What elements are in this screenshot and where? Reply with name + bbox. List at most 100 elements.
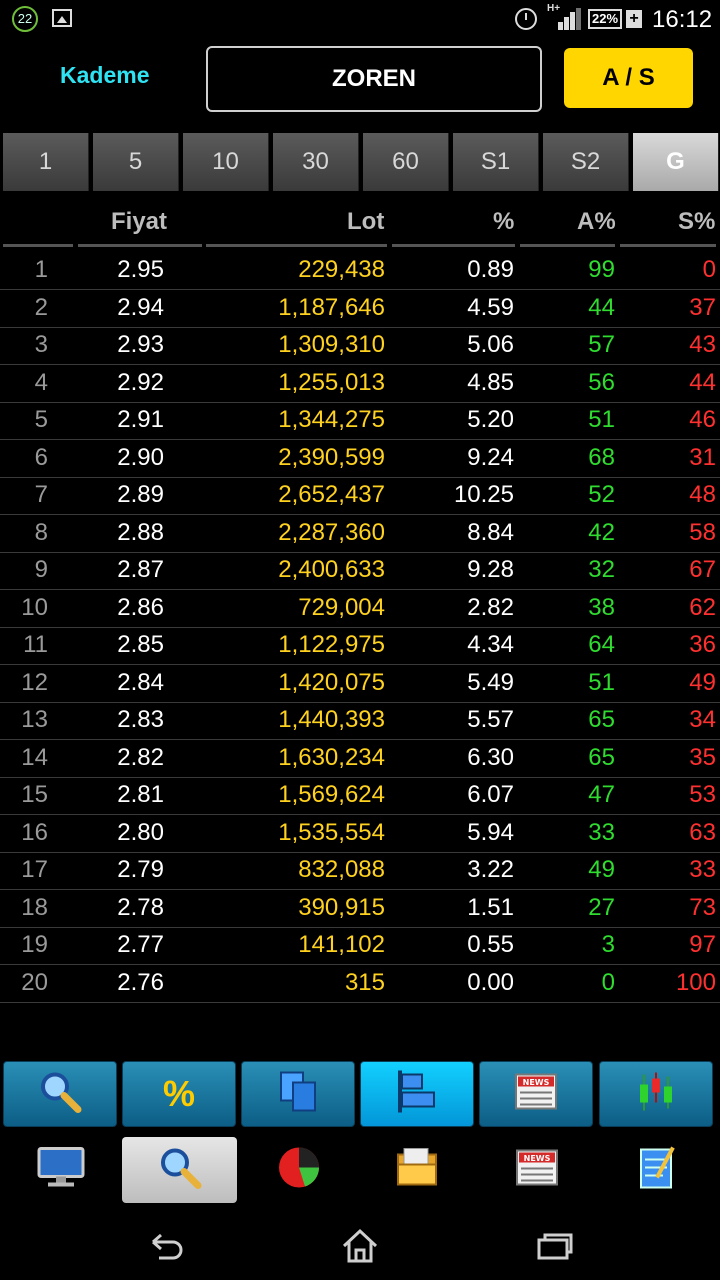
table-row[interactable]: 7 2.89 2,652,437 10.25 52 48 <box>0 477 720 515</box>
table-row[interactable]: 8 2.88 2,287,360 8.84 42 58 <box>0 515 720 553</box>
table-row[interactable]: 14 2.82 1,630,234 6.30 65 35 <box>0 740 720 778</box>
row-index: 10 <box>21 593 48 621</box>
sell-percent-cell: 33 <box>689 856 716 883</box>
lot-cell: 1,440,393 <box>278 706 385 733</box>
row-index: 5 <box>34 406 48 433</box>
charging-icon: + <box>626 10 642 28</box>
table-row[interactable]: 1 2.95 229,438 0.89 99 0 <box>0 252 720 290</box>
nav-notes[interactable] <box>600 1137 715 1203</box>
tab-5[interactable]: 5 <box>93 133 179 191</box>
lot-cell: 2,390,599 <box>278 443 385 471</box>
sell-percent-cell: 97 <box>689 931 716 958</box>
notepad-icon <box>635 1144 681 1197</box>
status-bar: 22 H+ 22% + 16:12 <box>0 0 720 40</box>
table-row[interactable]: 12 2.84 1,420,075 5.49 51 49 <box>0 665 720 703</box>
copy-button[interactable] <box>241 1061 355 1127</box>
table-row[interactable]: 3 2.93 1,309,310 5.06 57 43 <box>0 327 720 365</box>
sell-percent-cell: 46 <box>689 406 716 433</box>
lot-cell: 1,255,013 <box>278 368 385 396</box>
percent-cell: 5.20 <box>467 406 514 433</box>
table-row[interactable]: 11 2.85 1,122,975 4.34 64 36 <box>0 627 720 665</box>
lot-cell: 141,102 <box>298 931 385 958</box>
nav-orders[interactable] <box>360 1137 475 1203</box>
lot-cell: 1,187,646 <box>278 293 385 321</box>
tab-10[interactable]: 10 <box>183 133 269 191</box>
search-button[interactable] <box>3 1061 117 1127</box>
price-cell: 2.93 <box>117 331 164 358</box>
copy-icon <box>275 1069 321 1120</box>
depth-button[interactable] <box>360 1061 474 1127</box>
nav-portfolio[interactable] <box>241 1137 356 1203</box>
percent-cell: 4.85 <box>467 368 514 396</box>
chart-button[interactable] <box>599 1061 713 1127</box>
table-row[interactable]: 9 2.87 2,400,633 9.28 32 67 <box>0 552 720 590</box>
tab-s2[interactable]: S2 <box>543 133 629 191</box>
column-header-percent: % <box>493 208 515 235</box>
tab-g[interactable]: G <box>633 133 719 191</box>
percent-cell: 0.00 <box>467 968 514 996</box>
divider <box>206 244 387 247</box>
nav-search[interactable] <box>122 1137 237 1203</box>
table-row[interactable]: 2 2.94 1,187,646 4.59 44 37 <box>0 290 720 328</box>
table-row[interactable]: 5 2.91 1,344,275 5.20 51 46 <box>0 402 720 440</box>
table-row[interactable]: 15 2.81 1,569,624 6.07 47 53 <box>0 777 720 815</box>
back-icon[interactable] <box>145 1226 185 1266</box>
table-row[interactable]: 17 2.79 832,088 3.22 49 33 <box>0 852 720 890</box>
sell-percent-cell: 43 <box>689 331 716 358</box>
buy-percent-cell: 57 <box>588 331 615 358</box>
lot-cell: 229,438 <box>298 256 385 283</box>
table-row[interactable]: 13 2.83 1,440,393 5.57 65 34 <box>0 702 720 740</box>
recent-apps-icon[interactable] <box>535 1226 575 1266</box>
buy-percent-cell: 52 <box>588 481 615 508</box>
row-index: 16 <box>21 818 48 846</box>
divider <box>520 244 615 247</box>
row-index: 12 <box>21 668 48 696</box>
percent-cell: 6.30 <box>467 743 514 771</box>
column-header-s-percent: S% <box>678 208 716 235</box>
percent-cell: 0.89 <box>467 256 514 283</box>
table-row[interactable]: 19 2.77 141,102 0.55 3 97 <box>0 927 720 965</box>
search-icon <box>37 1069 83 1120</box>
home-icon[interactable] <box>340 1226 380 1266</box>
symbol-selector[interactable]: ZOREN <box>206 46 542 112</box>
nav-markets[interactable] <box>3 1137 118 1203</box>
price-cell: 2.87 <box>117 556 164 583</box>
tab-30[interactable]: 30 <box>273 133 359 191</box>
divider <box>620 244 716 247</box>
percent-cell: 5.49 <box>467 668 514 696</box>
price-cell: 2.82 <box>117 743 164 771</box>
percent-icon: % <box>162 1073 196 1114</box>
table-row[interactable]: 10 2.86 729,004 2.82 38 62 <box>0 590 720 628</box>
svg-text:NEWS: NEWS <box>523 1078 550 1087</box>
nav-news[interactable]: NEWS <box>479 1137 594 1203</box>
price-cell: 2.89 <box>117 481 164 508</box>
row-index: 6 <box>34 443 48 471</box>
pie-chart-icon <box>275 1144 323 1197</box>
lot-cell: 315 <box>344 968 385 996</box>
buy-sell-button[interactable]: A / S <box>564 48 693 108</box>
table-row[interactable]: 4 2.92 1,255,013 4.85 56 44 <box>0 365 720 403</box>
percent-cell: 10.25 <box>453 481 514 508</box>
divider <box>78 244 202 247</box>
lot-cell: 1,535,554 <box>278 818 385 846</box>
table-row[interactable]: 6 2.90 2,390,599 9.24 68 31 <box>0 440 720 478</box>
tab-s1[interactable]: S1 <box>453 133 539 191</box>
percent-cell: 9.28 <box>467 556 514 583</box>
news-button[interactable]: NEWS <box>479 1061 593 1127</box>
row-index: 18 <box>21 893 48 921</box>
table-row[interactable]: 18 2.78 390,915 1.51 27 73 <box>0 890 720 928</box>
buy-percent-cell: 65 <box>588 706 615 733</box>
percent-button[interactable]: % <box>122 1061 236 1127</box>
row-index: 15 <box>21 781 48 808</box>
lot-cell: 729,004 <box>298 593 385 621</box>
row-index: 19 <box>21 931 48 958</box>
sell-percent-cell: 100 <box>675 968 716 996</box>
tab-1[interactable]: 1 <box>3 133 89 191</box>
tab-60[interactable]: 60 <box>363 133 449 191</box>
table-row[interactable]: 20 2.76 315 0.00 0 100 <box>0 965 720 1003</box>
column-header-fiyat: Fiyat <box>111 208 168 235</box>
percent-cell: 8.84 <box>467 518 514 546</box>
buy-percent-cell: 38 <box>588 593 615 621</box>
table-row[interactable]: 16 2.80 1,535,554 5.94 33 63 <box>0 815 720 853</box>
column-header-lot: Lot <box>347 208 385 235</box>
